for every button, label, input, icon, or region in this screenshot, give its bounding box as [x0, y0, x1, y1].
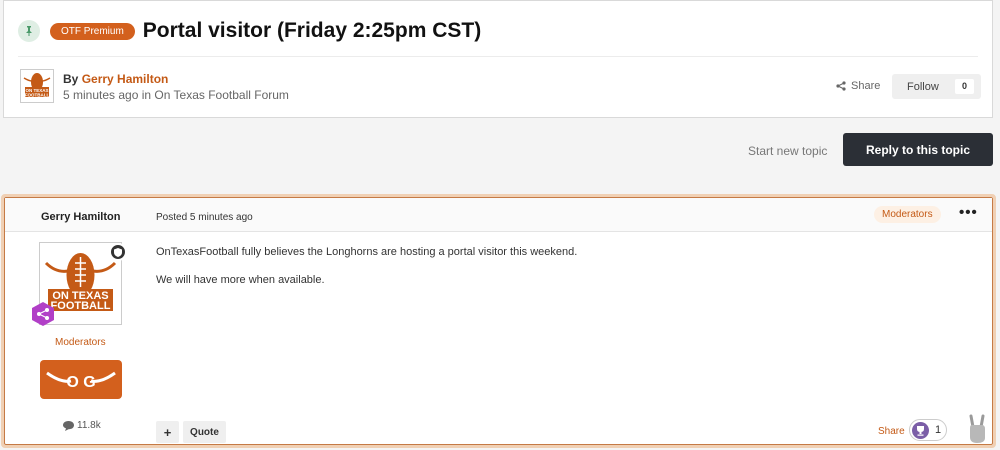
share-icon	[836, 81, 846, 91]
title-row: OTF Premium Portal visitor (Friday 2:25p…	[18, 19, 481, 43]
avatar-logo-line2: FOOTBALL	[25, 93, 50, 98]
header-divider	[18, 56, 978, 57]
topic-header: OTF Premium Portal visitor (Friday 2:25p…	[3, 0, 993, 118]
multiquote-button[interactable]: +	[156, 421, 179, 443]
poster-name[interactable]: Gerry Hamilton	[41, 211, 120, 223]
topic-meta: 5 minutes ago in On Texas Football Forum	[63, 88, 289, 102]
poster-rank: Moderators	[55, 337, 106, 348]
post-menu-button[interactable]: •••	[959, 204, 978, 221]
author-avatar[interactable]: ON TEXAS FOOTBALL	[20, 69, 54, 103]
share-label: Share	[851, 80, 881, 92]
post-inner: Gerry Hamilton Posted 5 minutes ago Mode…	[4, 197, 993, 445]
by-prefix: By	[63, 72, 79, 86]
trophy-reaction-icon	[912, 421, 929, 439]
forum-link[interactable]: On Texas Football Forum	[154, 88, 289, 102]
post: Gerry Hamilton Posted 5 minutes ago Mode…	[1, 194, 996, 448]
reputation: 11.8k	[63, 420, 101, 431]
premium-badge[interactable]: OTF Premium	[50, 22, 135, 40]
comment-icon	[63, 420, 74, 431]
otg-badge: O G	[40, 360, 122, 399]
pin-icon	[18, 20, 40, 42]
avatar-big-logo-line2: FOOTBALL	[51, 300, 111, 312]
follow-button[interactable]: Follow 0	[892, 74, 981, 99]
posted-time: Posted 5 minutes ago	[156, 212, 253, 223]
follow-count: 0	[955, 79, 974, 94]
topic-title: Portal visitor (Friday 2:25pm CST)	[142, 19, 482, 42]
post-paragraph-2: We will have more when available.	[156, 274, 325, 286]
reaction-count: 1	[935, 424, 942, 436]
achievement-hex-icon	[30, 301, 56, 327]
post-paragraph-1: OnTexasFootball fully believes the Longh…	[156, 246, 578, 258]
reputation-value: 11.8k	[77, 420, 101, 431]
reaction-summary[interactable]: 1	[909, 419, 947, 441]
post-header: Gerry Hamilton Posted 5 minutes ago Mode…	[5, 198, 992, 232]
follow-label: Follow	[907, 80, 939, 93]
otg-text: O G	[66, 374, 95, 391]
post-body: OnTexasFootball fully believes the Longh…	[156, 245, 577, 301]
shield-icon	[109, 243, 127, 261]
reply-button[interactable]: Reply to this topic	[843, 133, 993, 166]
posted-prefix: Posted	[156, 212, 188, 223]
start-new-topic-link[interactable]: Start new topic	[748, 144, 827, 158]
horns-reaction-icon[interactable]	[962, 412, 992, 446]
quote-button[interactable]: Quote	[183, 421, 226, 443]
share-link[interactable]: Share	[836, 80, 880, 92]
post-share-link[interactable]: Share	[878, 426, 905, 437]
posted-time-value[interactable]: 5 minutes ago	[190, 212, 253, 223]
topic-time: 5 minutes ago	[63, 88, 139, 102]
moderators-badge: Moderators	[874, 206, 941, 223]
author-link[interactable]: Gerry Hamilton	[82, 72, 169, 86]
byline: By Gerry Hamilton	[63, 72, 168, 86]
in-word: in	[141, 88, 152, 102]
